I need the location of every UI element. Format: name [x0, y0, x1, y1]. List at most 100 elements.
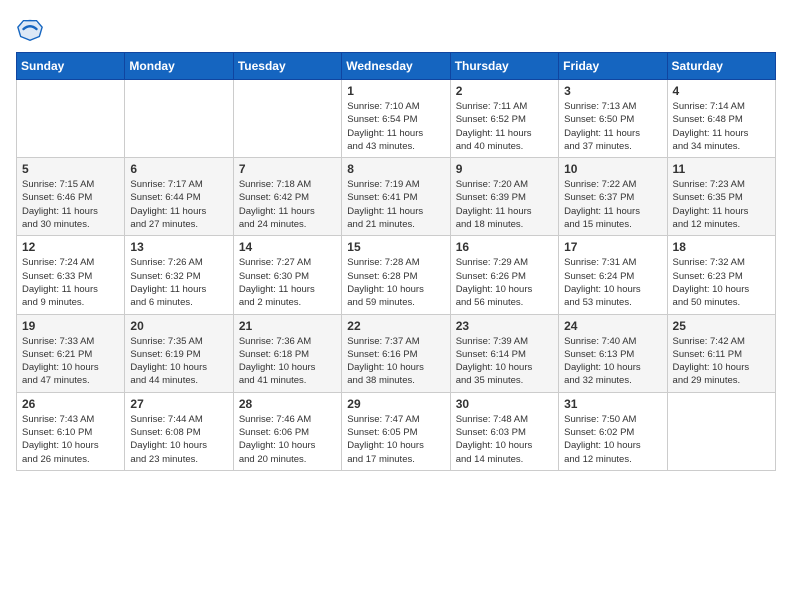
day-cell: 24 Sunrise: 7:40 AM Sunset: 6:13 PM Dayli…: [559, 314, 667, 392]
day-cell: 17 Sunrise: 7:31 AM Sunset: 6:24 PM Dayli…: [559, 236, 667, 314]
day-cell: 2Sunrise: 7:11 AM Sunset: 6:52 PM Daylig…: [450, 80, 558, 158]
day-cell: 14Sunrise: 7:27 AM Sunset: 6:30 PM Dayli…: [233, 236, 341, 314]
day-cell: 3 Sunrise: 7:13 AM Sunset: 6:50 PM Daylig…: [559, 80, 667, 158]
day-cell: [233, 80, 341, 158]
week-row-4: 19 Sunrise: 7:33 AM Sunset: 6:21 PM Dayli…: [17, 314, 776, 392]
day-number: 27: [130, 397, 227, 411]
day-number: 31: [564, 397, 661, 411]
day-number: 23: [456, 319, 553, 333]
day-number: 19: [22, 319, 119, 333]
day-number: 14: [239, 240, 336, 254]
weekday-sunday: Sunday: [17, 53, 125, 80]
day-number: 16: [456, 240, 553, 254]
day-cell: 27 Sunrise: 7:44 AM Sunset: 6:08 PM Dayli…: [125, 392, 233, 470]
day-info: Sunrise: 7:22 AM Sunset: 6:37 PM Dayligh…: [564, 178, 661, 231]
day-cell: 6 Sunrise: 7:17 AM Sunset: 6:44 PM Daylig…: [125, 158, 233, 236]
day-cell: 9 Sunrise: 7:20 AM Sunset: 6:39 PM Daylig…: [450, 158, 558, 236]
day-info: Sunrise: 7:36 AM Sunset: 6:18 PM Dayligh…: [239, 335, 336, 388]
day-cell: 19 Sunrise: 7:33 AM Sunset: 6:21 PM Dayli…: [17, 314, 125, 392]
day-cell: 10 Sunrise: 7:22 AM Sunset: 6:37 PM Dayli…: [559, 158, 667, 236]
day-number: 15: [347, 240, 444, 254]
day-cell: 21Sunrise: 7:36 AM Sunset: 6:18 PM Dayli…: [233, 314, 341, 392]
day-cell: 15 Sunrise: 7:28 AM Sunset: 6:28 PM Dayli…: [342, 236, 450, 314]
day-cell: [125, 80, 233, 158]
day-info: Sunrise: 7:43 AM Sunset: 6:10 PM Dayligh…: [22, 413, 119, 466]
day-info: Sunrise: 7:26 AM Sunset: 6:32 PM Dayligh…: [130, 256, 227, 309]
day-cell: 4 Sunrise: 7:14 AM Sunset: 6:48 PM Daylig…: [667, 80, 775, 158]
day-info: Sunrise: 7:47 AM Sunset: 6:05 PM Dayligh…: [347, 413, 444, 466]
day-number: 7: [239, 162, 336, 176]
day-info: Sunrise: 7:23 AM Sunset: 6:35 PM Dayligh…: [673, 178, 770, 231]
day-cell: 28 Sunrise: 7:46 AM Sunset: 6:06 PM Dayli…: [233, 392, 341, 470]
day-info: Sunrise: 7:10 AM Sunset: 6:54 PM Dayligh…: [347, 100, 444, 153]
day-number: 28: [239, 397, 336, 411]
day-number: 29: [347, 397, 444, 411]
weekday-friday: Friday: [559, 53, 667, 80]
day-info: Sunrise: 7:46 AM Sunset: 6:06 PM Dayligh…: [239, 413, 336, 466]
day-number: 30: [456, 397, 553, 411]
day-number: 10: [564, 162, 661, 176]
day-number: 13: [130, 240, 227, 254]
day-info: Sunrise: 7:44 AM Sunset: 6:08 PM Dayligh…: [130, 413, 227, 466]
day-info: Sunrise: 7:40 AM Sunset: 6:13 PM Dayligh…: [564, 335, 661, 388]
week-row-1: 1 Sunrise: 7:10 AM Sunset: 6:54 PM Daylig…: [17, 80, 776, 158]
day-cell: 12Sunrise: 7:24 AM Sunset: 6:33 PM Dayli…: [17, 236, 125, 314]
day-info: Sunrise: 7:29 AM Sunset: 6:26 PM Dayligh…: [456, 256, 553, 309]
day-info: Sunrise: 7:20 AM Sunset: 6:39 PM Dayligh…: [456, 178, 553, 231]
day-cell: 18 Sunrise: 7:32 AM Sunset: 6:23 PM Dayli…: [667, 236, 775, 314]
day-number: 17: [564, 240, 661, 254]
day-info: Sunrise: 7:50 AM Sunset: 6:02 PM Dayligh…: [564, 413, 661, 466]
day-info: Sunrise: 7:28 AM Sunset: 6:28 PM Dayligh…: [347, 256, 444, 309]
day-number: 12: [22, 240, 119, 254]
day-info: Sunrise: 7:17 AM Sunset: 6:44 PM Dayligh…: [130, 178, 227, 231]
week-row-3: 12Sunrise: 7:24 AM Sunset: 6:33 PM Dayli…: [17, 236, 776, 314]
day-cell: 30 Sunrise: 7:48 AM Sunset: 6:03 PM Dayli…: [450, 392, 558, 470]
weekday-tuesday: Tuesday: [233, 53, 341, 80]
day-info: Sunrise: 7:32 AM Sunset: 6:23 PM Dayligh…: [673, 256, 770, 309]
day-cell: 8Sunrise: 7:19 AM Sunset: 6:41 PM Daylig…: [342, 158, 450, 236]
day-info: Sunrise: 7:31 AM Sunset: 6:24 PM Dayligh…: [564, 256, 661, 309]
day-info: Sunrise: 7:42 AM Sunset: 6:11 PM Dayligh…: [673, 335, 770, 388]
day-number: 26: [22, 397, 119, 411]
day-number: 8: [347, 162, 444, 176]
day-cell: 29 Sunrise: 7:47 AM Sunset: 6:05 PM Dayli…: [342, 392, 450, 470]
logo-icon: [16, 16, 44, 44]
page-header: [16, 16, 776, 44]
day-cell: 11Sunrise: 7:23 AM Sunset: 6:35 PM Dayli…: [667, 158, 775, 236]
day-info: Sunrise: 7:39 AM Sunset: 6:14 PM Dayligh…: [456, 335, 553, 388]
weekday-wednesday: Wednesday: [342, 53, 450, 80]
day-info: Sunrise: 7:14 AM Sunset: 6:48 PM Dayligh…: [673, 100, 770, 153]
day-cell: 20 Sunrise: 7:35 AM Sunset: 6:19 PM Dayli…: [125, 314, 233, 392]
weekday-header-row: SundayMondayTuesdayWednesdayThursdayFrid…: [17, 53, 776, 80]
day-info: Sunrise: 7:15 AM Sunset: 6:46 PM Dayligh…: [22, 178, 119, 231]
weekday-monday: Monday: [125, 53, 233, 80]
day-cell: [17, 80, 125, 158]
day-number: 3: [564, 84, 661, 98]
logo: [16, 16, 48, 44]
day-number: 5: [22, 162, 119, 176]
day-number: 4: [673, 84, 770, 98]
day-info: Sunrise: 7:35 AM Sunset: 6:19 PM Dayligh…: [130, 335, 227, 388]
day-number: 9: [456, 162, 553, 176]
day-info: Sunrise: 7:13 AM Sunset: 6:50 PM Dayligh…: [564, 100, 661, 153]
day-cell: [667, 392, 775, 470]
day-number: 2: [456, 84, 553, 98]
day-info: Sunrise: 7:48 AM Sunset: 6:03 PM Dayligh…: [456, 413, 553, 466]
day-number: 24: [564, 319, 661, 333]
day-cell: 16 Sunrise: 7:29 AM Sunset: 6:26 PM Dayli…: [450, 236, 558, 314]
day-cell: 13 Sunrise: 7:26 AM Sunset: 6:32 PM Dayli…: [125, 236, 233, 314]
day-cell: 25Sunrise: 7:42 AM Sunset: 6:11 PM Dayli…: [667, 314, 775, 392]
week-row-5: 26 Sunrise: 7:43 AM Sunset: 6:10 PM Dayli…: [17, 392, 776, 470]
day-info: Sunrise: 7:37 AM Sunset: 6:16 PM Dayligh…: [347, 335, 444, 388]
day-number: 1: [347, 84, 444, 98]
weekday-saturday: Saturday: [667, 53, 775, 80]
day-cell: 7Sunrise: 7:18 AM Sunset: 6:42 PM Daylig…: [233, 158, 341, 236]
day-number: 6: [130, 162, 227, 176]
day-number: 18: [673, 240, 770, 254]
day-cell: 31 Sunrise: 7:50 AM Sunset: 6:02 PM Dayli…: [559, 392, 667, 470]
day-info: Sunrise: 7:33 AM Sunset: 6:21 PM Dayligh…: [22, 335, 119, 388]
day-number: 20: [130, 319, 227, 333]
calendar-body: 1 Sunrise: 7:10 AM Sunset: 6:54 PM Daylig…: [17, 80, 776, 471]
weekday-thursday: Thursday: [450, 53, 558, 80]
week-row-2: 5 Sunrise: 7:15 AM Sunset: 6:46 PM Daylig…: [17, 158, 776, 236]
